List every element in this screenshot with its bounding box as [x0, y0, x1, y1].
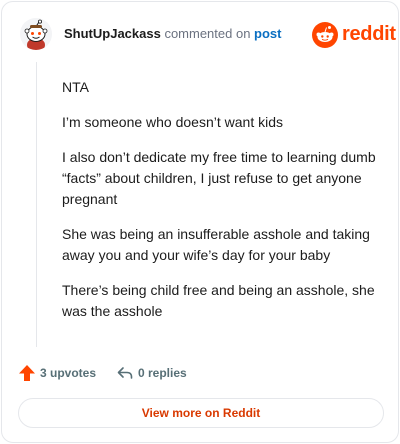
comment-paragraph: I’m someone who doesn’t want kids [62, 114, 283, 130]
commented-on-text: commented on [160, 26, 255, 41]
comment-meta: ShutUpJackass commented on post [64, 26, 282, 42]
reply-count: 0 replies [138, 366, 187, 380]
comment-body: NTA I’m someone who doesn’t want kids I … [62, 77, 382, 336]
replies-button[interactable]: 0 replies [116, 362, 187, 384]
comment-paragraph: There’s being child free and being an as… [62, 282, 375, 319]
upvote-button[interactable]: 3 upvotes [18, 362, 96, 384]
reddit-wordmark: reddit [342, 23, 396, 45]
thread-line [36, 62, 37, 347]
comment-embed-card: ShutUpJackass commented on post reddit N… [1, 1, 399, 443]
comment-paragraph: I also don’t dedicate my free time to le… [62, 149, 376, 207]
comment-paragraph: She was being an insufferable asshole an… [62, 226, 370, 263]
upvote-arrow-icon [19, 365, 35, 381]
view-more-button[interactable]: View more on Reddit [18, 398, 384, 428]
comment-header: ShutUpJackass commented on post reddit [2, 2, 400, 62]
comment-paragraph: NTA [62, 79, 89, 95]
username-link[interactable]: ShutUpJackass [64, 26, 161, 41]
upvote-count: 3 upvotes [40, 366, 97, 380]
reddit-logo-icon [312, 22, 338, 48]
post-link[interactable]: post [254, 26, 281, 41]
comment-actions: 3 upvotes 0 replies [18, 362, 388, 384]
reply-arrow-icon [117, 367, 133, 379]
snoo-avatar-icon[interactable] [20, 18, 52, 50]
